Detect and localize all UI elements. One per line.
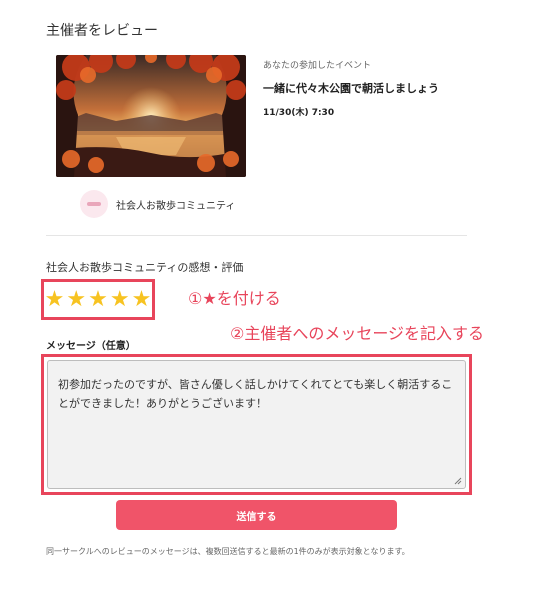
message-label: メッセージ（任意） xyxy=(46,341,136,352)
organizer-name: 社会人お散歩コミュニティ xyxy=(116,200,236,212)
star-icon[interactable]: ★ xyxy=(45,288,65,311)
submit-button[interactable]: 送信する xyxy=(116,500,397,530)
resize-grip-icon[interactable] xyxy=(454,477,462,485)
star-icon[interactable]: ★ xyxy=(88,288,108,311)
star-icon[interactable]: ★ xyxy=(66,288,86,311)
rating-label: 社会人お散歩コミュニティの感想・評価 xyxy=(46,261,244,274)
page-title: 主催者をレビュー xyxy=(46,23,158,39)
event-name[interactable]: 一緒に代々木公園で朝活しましょう xyxy=(263,80,439,96)
annotation-step2: ②主催者へのメッセージを記入する xyxy=(230,324,485,343)
event-info: あなたの参加したイベント 一緒に代々木公園で朝活しましょう 11/30(木) 7… xyxy=(263,58,439,118)
star-icon[interactable]: ★ xyxy=(132,288,152,311)
message-box: 初参加だったのですが、皆さん優しく話しかけてくれてとても楽しく朝活することができ… xyxy=(41,354,472,495)
event-subtitle: あなたの参加したイベント xyxy=(263,61,372,71)
star-icon[interactable]: ★ xyxy=(110,288,130,311)
message-textarea[interactable]: 初参加だったのですが、皆さん優しく話しかけてくれてとても楽しく朝活することができ… xyxy=(47,360,466,489)
event-image xyxy=(56,55,246,177)
event-date: 11/30(木) 7:30 xyxy=(263,108,335,118)
organizer-avatar xyxy=(80,190,108,218)
footer-note: 同一サークルへのレビューのメッセージは、複数回送信すると最新の1件のみが表示対象… xyxy=(46,547,410,556)
star-rating: ★ ★ ★ ★ ★ xyxy=(41,279,155,320)
organizer[interactable]: 社会人お散歩コミュニティ xyxy=(80,190,235,218)
divider xyxy=(46,235,467,236)
annotation-step1: ①★を付ける xyxy=(188,289,281,308)
